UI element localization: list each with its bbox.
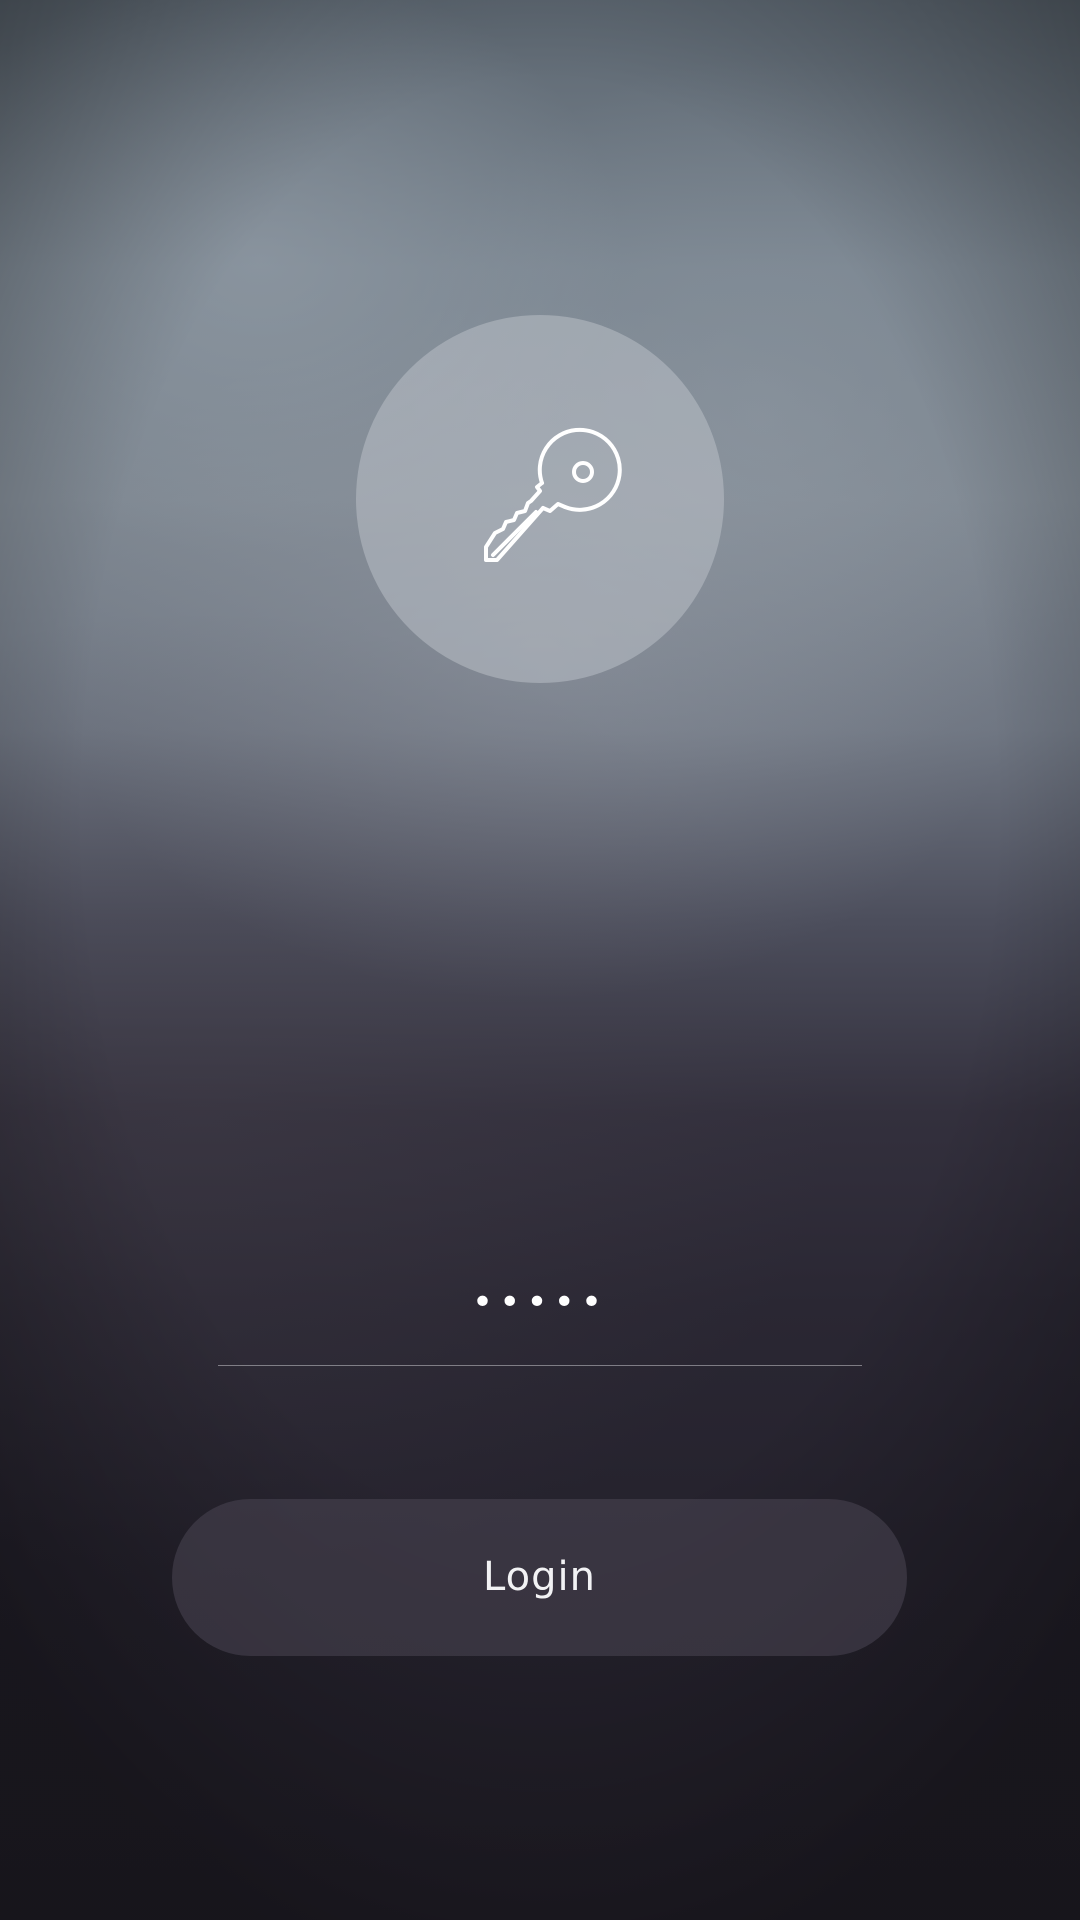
login-screen: ••••• Login bbox=[0, 0, 1080, 1920]
password-field[interactable]: ••••• bbox=[218, 1260, 862, 1366]
key-avatar-circle bbox=[356, 315, 724, 683]
key-icon bbox=[484, 427, 622, 562]
login-button[interactable]: Login bbox=[172, 1499, 907, 1656]
